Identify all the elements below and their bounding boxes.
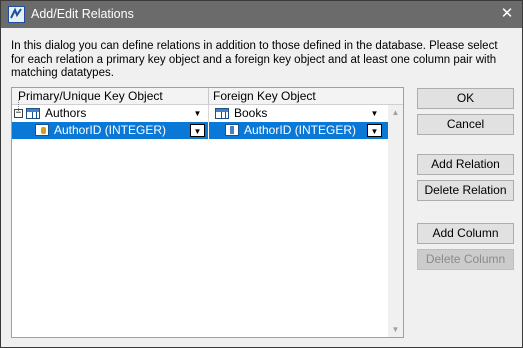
foreign-column-dropdown-icon[interactable]: ▼	[367, 124, 382, 137]
cell-divider	[208, 105, 209, 122]
column-pair-row[interactable]: AuthorID (INTEGER) ▼ AuthorID (INTEGER) …	[12, 122, 388, 139]
cell-divider	[208, 122, 209, 139]
delete-relation-button[interactable]: Delete Relation	[417, 180, 514, 201]
grid-header: Primary/Unique Key Object Foreign Key Ob…	[12, 88, 403, 105]
title-bar[interactable]: Add/Edit Relations ✕	[1, 1, 522, 28]
column-header-foreign-key[interactable]: Foreign Key Object	[213, 89, 316, 103]
foreign-key-column[interactable]: AuthorID (INTEGER)	[244, 123, 356, 137]
vertical-scrollbar[interactable]: ▲ ▼	[388, 105, 403, 337]
app-icon	[8, 6, 25, 23]
primary-key-column[interactable]: AuthorID (INTEGER)	[54, 123, 166, 137]
primary-key-object[interactable]: Authors	[45, 106, 86, 120]
dialog-title: Add/Edit Relations	[31, 7, 134, 21]
add-column-button[interactable]: Add Column	[417, 223, 514, 244]
add-edit-relations-dialog: Add/Edit Relations ✕ In this dialog you …	[0, 0, 523, 348]
relation-row[interactable]: − Authors ▼ Books ▼	[12, 105, 388, 122]
delete-column-button: Delete Column	[417, 249, 514, 270]
ok-button[interactable]: OK	[417, 88, 514, 109]
scroll-up-icon[interactable]: ▲	[388, 105, 403, 120]
foreign-object-dropdown-icon[interactable]: ▼	[367, 107, 382, 120]
tree-connector	[18, 100, 19, 113]
add-relation-button[interactable]: Add Relation	[417, 154, 514, 175]
relations-grid[interactable]: Primary/Unique Key Object Foreign Key Ob…	[11, 87, 404, 338]
table-icon	[26, 108, 40, 119]
cancel-button[interactable]: Cancel	[417, 114, 514, 135]
close-button[interactable]: ✕	[495, 3, 519, 25]
column-header-primary-key[interactable]: Primary/Unique Key Object	[18, 89, 163, 103]
primary-column-dropdown-icon[interactable]: ▼	[190, 124, 205, 137]
primary-object-dropdown-icon[interactable]: ▼	[190, 107, 205, 120]
table-icon	[215, 108, 229, 119]
header-divider[interactable]	[208, 88, 209, 105]
primary-key-column-icon	[35, 124, 49, 136]
foreign-key-object[interactable]: Books	[234, 106, 267, 120]
dialog-description: In this dialog you can define relations …	[11, 40, 498, 79]
column-icon	[225, 124, 239, 136]
scroll-down-icon[interactable]: ▼	[388, 322, 403, 337]
